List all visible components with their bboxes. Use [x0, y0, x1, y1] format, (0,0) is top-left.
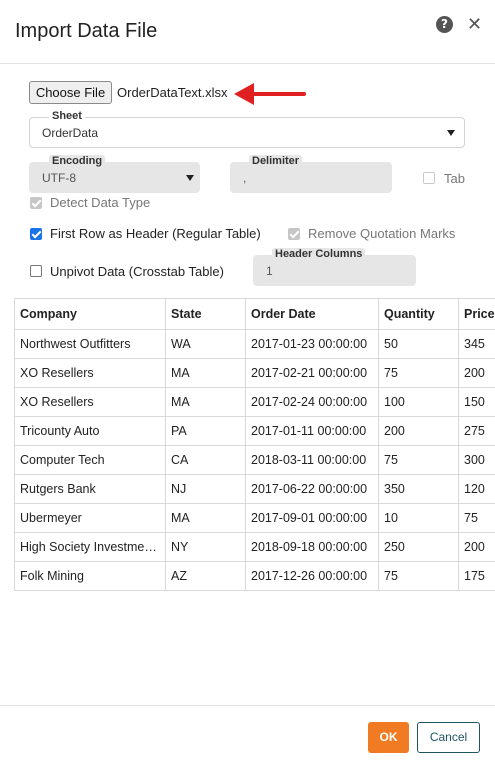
table-cell: High Society Investments	[14, 532, 166, 562]
sheet-value: OrderData	[42, 126, 99, 140]
header-columns-input[interactable]: Header Columns 1	[253, 248, 416, 286]
tab-checkbox[interactable]	[423, 172, 435, 184]
table-cell: MA	[165, 503, 246, 533]
table-cell: 50	[378, 329, 459, 359]
table-row: Northwest Outfitters WA 2017-01-23 00:00…	[14, 329, 495, 359]
table-cell: Tricounty Auto	[14, 416, 166, 446]
table-cell: 2017-01-23 00:00:00	[245, 329, 379, 359]
table-row: XO Resellers MA 2017-02-24 00:00:00 100 …	[14, 387, 495, 417]
header-columns-label: Header Columns	[272, 248, 366, 260]
table-cell: 2017-09-01 00:00:00	[245, 503, 379, 533]
sheet-label: Sheet	[49, 110, 85, 122]
remove-quotes-checkbox[interactable]	[288, 228, 300, 240]
sheet-select[interactable]: Sheet OrderData	[29, 110, 465, 148]
selected-filename: OrderDataText.xlsx	[117, 85, 228, 100]
first-row-header-label: First Row as Header (Regular Table)	[50, 226, 261, 241]
table-cell: 2017-02-24 00:00:00	[245, 387, 379, 417]
table-cell: 75	[378, 445, 459, 475]
data-preview-table[interactable]: Company State Order Date Quantity Price …	[14, 298, 495, 597]
table-header-row: Company State Order Date Quantity Price	[14, 298, 495, 330]
delimiter-label: Delimiter	[249, 155, 303, 167]
table-cell: AZ	[165, 561, 246, 591]
table-cell: 150	[458, 387, 495, 417]
help-icon[interactable]: ?	[436, 16, 453, 33]
header-divider	[0, 63, 495, 64]
choose-file-button[interactable]: Choose File	[29, 81, 112, 104]
column-header[interactable]: Company	[14, 298, 166, 330]
delimiter-input[interactable]: Delimiter ,	[230, 155, 392, 193]
table-cell: 2017-01-11 00:00:00	[245, 416, 379, 446]
table-cell: Northwest Outfitters	[14, 329, 166, 359]
table-cell: 250	[378, 532, 459, 562]
table-row: High Society Investments NY 2018-09-18 0…	[14, 532, 495, 562]
table-row: XO Resellers MA 2017-02-21 00:00:00 75 2…	[14, 358, 495, 388]
table-cell: MA	[165, 387, 246, 417]
table-cell: 120	[458, 474, 495, 504]
table-cell: 275	[458, 416, 495, 446]
import-data-file-dialog: Import Data File ? ✕ Choose File OrderDa…	[0, 0, 495, 768]
table-cell: 75	[378, 358, 459, 388]
table-cell: 2017-06-22 00:00:00	[245, 474, 379, 504]
table-row: Ubermeyer MA 2017-09-01 00:00:00 10 75	[14, 503, 495, 533]
table-cell: 300	[458, 445, 495, 475]
table-cell: 100	[378, 387, 459, 417]
annotation-arrow-icon	[234, 83, 306, 105]
table-cell: XO Resellers	[14, 358, 166, 388]
table-row: Computer Tech CA 2018-03-11 00:00:00 75 …	[14, 445, 495, 475]
table-cell: 200	[458, 532, 495, 562]
first-row-header-checkbox[interactable]	[30, 228, 42, 240]
tab-checkbox-label: Tab	[444, 171, 465, 186]
unpivot-label: Unpivot Data (Crosstab Table)	[50, 264, 224, 279]
table-cell: Computer Tech	[14, 445, 166, 475]
table-cell: MA	[165, 358, 246, 388]
table-cell: 2018-09-18 00:00:00	[245, 532, 379, 562]
table-cell: 2018-03-11 00:00:00	[245, 445, 379, 475]
cancel-button[interactable]: Cancel	[417, 722, 480, 753]
remove-quotes-label: Remove Quotation Marks	[308, 226, 456, 241]
chevron-down-icon	[186, 175, 194, 181]
chevron-down-icon	[447, 130, 455, 136]
table-cell: 10	[378, 503, 459, 533]
dialog-title: Import Data File	[15, 20, 158, 42]
column-header[interactable]: Quantity	[378, 298, 459, 330]
table-cell: 2017-02-21 00:00:00	[245, 358, 379, 388]
column-header[interactable]: State	[165, 298, 246, 330]
table-cell: NJ	[165, 474, 246, 504]
table-row: Rutgers Bank NJ 2017-06-22 00:00:00 350 …	[14, 474, 495, 504]
table-cell: 200	[378, 416, 459, 446]
table-cell: 75	[458, 503, 495, 533]
ok-button[interactable]: OK	[368, 722, 409, 753]
encoding-value: UTF-8	[42, 171, 76, 185]
table-cell: 345	[458, 329, 495, 359]
table-cell: 200	[458, 358, 495, 388]
encoding-select[interactable]: Encoding UTF-8	[29, 155, 200, 193]
encoding-label: Encoding	[49, 155, 106, 167]
unpivot-checkbox[interactable]	[30, 265, 42, 277]
table-cell: XO Resellers	[14, 387, 166, 417]
detect-data-type-checkbox[interactable]	[30, 197, 42, 209]
table-cell: CA	[165, 445, 246, 475]
detect-data-type-label: Detect Data Type	[50, 195, 151, 210]
table-cell: Ubermeyer	[14, 503, 166, 533]
table-cell: PA	[165, 416, 246, 446]
table-cell: 350	[378, 474, 459, 504]
table-row: Tricounty Auto PA 2017-01-11 00:00:00 20…	[14, 416, 495, 446]
column-header[interactable]: Order Date	[245, 298, 379, 330]
table-cell: 75	[378, 561, 459, 591]
table-cell: NY	[165, 532, 246, 562]
table-cell: WA	[165, 329, 246, 359]
delimiter-value: ,	[243, 171, 247, 185]
table-cell: 2017-12-26 00:00:00	[245, 561, 379, 591]
footer-divider	[0, 705, 495, 706]
table-cell: 175	[458, 561, 495, 591]
header-columns-value: 1	[266, 264, 273, 278]
table-cell: Rutgers Bank	[14, 474, 166, 504]
table-row: Folk Mining AZ 2017-12-26 00:00:00 75 17…	[14, 561, 495, 591]
close-icon[interactable]: ✕	[467, 14, 482, 35]
column-header[interactable]: Price	[458, 298, 495, 330]
table-cell: Folk Mining	[14, 561, 166, 591]
